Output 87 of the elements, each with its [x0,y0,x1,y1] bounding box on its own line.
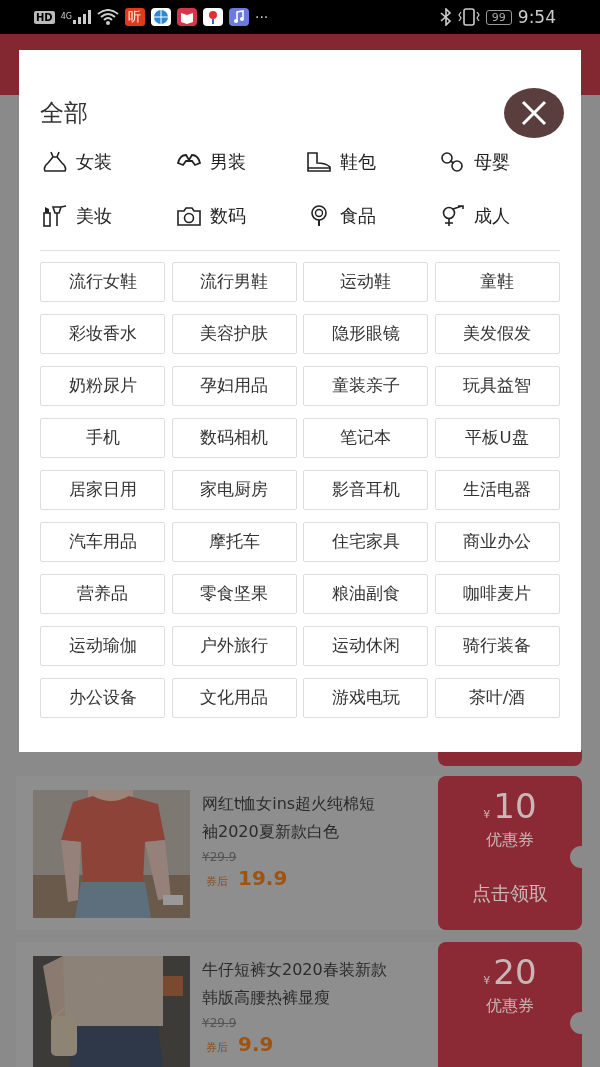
close-button[interactable] [504,88,564,138]
subcategory-button[interactable]: 手机 [40,418,165,458]
subcategory-button[interactable]: 咖啡麦片 [434,574,560,614]
boot-icon [306,151,332,173]
subcategory-button[interactable]: 运动休闲 [303,626,428,666]
coupon-amount: 10 [493,786,537,826]
coupon-notch [570,846,584,868]
category-link[interactable]: 母婴 [474,150,510,174]
clock: 9:54 [517,7,556,27]
after-coupon-label: 券后 [206,874,228,889]
subcategory-button[interactable]: 美容护肤 [171,314,297,354]
subcategory-button[interactable]: 奶粉尿片 [40,366,165,406]
category-link[interactable]: 美妆 [76,204,112,228]
subcategory-button[interactable]: 住宅家具 [303,522,428,562]
category-link[interactable]: 数码 [210,204,246,228]
camera-icon [176,205,202,227]
gender-icon [440,205,466,227]
subcategory-button[interactable]: 数码相机 [171,418,297,458]
coupon-label: 优惠券 [486,830,534,851]
subcategory-button[interactable]: 影音耳机 [303,470,428,510]
claim-link[interactable]: 点击领取 [472,881,548,907]
subcategory-button[interactable]: 零食坚果 [171,574,297,614]
subcategory-button[interactable]: 彩妆香水 [40,314,165,354]
dress-icon [42,151,68,173]
product-card[interactable]: 牛仔短裤女2020春装新款韩版高腰热裤显瘦 ¥29.9 券后 9.9 ¥20 优惠券 [16,942,582,1067]
subcategory-button[interactable]: 办公设备 [40,678,165,718]
category-link[interactable]: 男装 [210,150,246,174]
subcategory-button[interactable]: 骑行装备 [434,626,560,666]
category-link[interactable]: 女装 [76,150,112,174]
bluetooth-icon [439,8,452,26]
after-coupon-label: 券后 [206,1040,228,1055]
subcategory-button[interactable]: 运动鞋 [303,262,428,302]
product-title: 网红t恤女ins超火纯棉短袖2020夏新款白色 [202,793,377,843]
app-notification-icon: 听 [124,8,145,26]
original-price: ¥29.9 [202,1016,238,1030]
subcategory-button[interactable]: 商业办公 [434,522,560,562]
map-pin-icon [202,8,223,26]
subcategory-button[interactable]: 流行女鞋 [40,262,165,302]
category-link[interactable]: 鞋包 [340,150,376,174]
product-card[interactable]: 网红t恤女ins超火纯棉短袖2020夏新款白色 ¥29.9 券后 19.9 ¥10 优惠券 点击领取 [16,776,582,930]
subcategory-button[interactable]: 摩托车 [171,522,297,562]
coupon-notch [570,1012,584,1034]
subcategory-button[interactable]: 童鞋 [434,262,560,302]
subcategory-button[interactable]: 运动瑜伽 [40,626,165,666]
category-link[interactable]: 成人 [474,204,510,228]
signal-icon [72,10,91,24]
subcategory-button[interactable]: 文化用品 [171,678,297,718]
subcategory-button[interactable]: 玩具益智 [434,366,560,406]
book-icon [176,8,197,26]
more-notifications: ··· [254,9,269,25]
coupon[interactable]: ¥10 优惠券 点击领取 [438,776,582,930]
original-price: ¥29.9 [202,850,238,864]
subcategory-button[interactable]: 居家日用 [40,470,165,510]
price: 19.9 [238,866,288,890]
globe-icon [150,8,171,26]
subcategory-button[interactable]: 隐形眼镜 [303,314,428,354]
dialog-title: 全部 [40,98,88,129]
currency-sign: ¥ [483,974,491,987]
subcategory-button[interactable]: 孕妇用品 [171,366,297,406]
vibrate-icon [457,8,480,26]
subcategory-button[interactable]: 茶叶/酒 [434,678,560,718]
subcategory-button[interactable]: 家电厨房 [171,470,297,510]
subcategory-button[interactable]: 笔记本 [303,418,428,458]
subcategory-button[interactable]: 流行男鞋 [171,262,297,302]
category-link[interactable]: 食品 [340,204,376,228]
music-icon [228,8,249,26]
price: 9.9 [238,1032,274,1056]
network-type: 4G [60,12,72,21]
wifi-icon [96,9,119,25]
subcategory-button[interactable]: 平板U盘 [434,418,560,458]
battery-indicator: 99 [485,9,512,25]
subcategory-button[interactable]: 美发假发 [434,314,560,354]
currency-sign: ¥ [483,808,491,821]
close-icon [521,100,547,126]
coupon-amount: 20 [493,952,537,992]
subcategory-button[interactable]: 游戏电玩 [303,678,428,718]
subcategory-button[interactable]: 粮油副食 [303,574,428,614]
hd-indicator: HD [34,10,55,24]
subcategory-button[interactable]: 户外旅行 [171,626,297,666]
cosmetics-icon [42,205,68,227]
coupon[interactable]: ¥20 优惠券 [438,942,582,1067]
subcategory-button[interactable]: 童装亲子 [303,366,428,406]
subcategory-button[interactable]: 生活电器 [434,470,560,510]
subcategory-button[interactable]: 营养品 [40,574,165,614]
coupon-label: 优惠券 [486,996,534,1017]
product-title: 牛仔短裤女2020春装新款韩版高腰热裤显瘦 [202,959,388,1009]
subcategory-button[interactable]: 汽车用品 [40,522,165,562]
